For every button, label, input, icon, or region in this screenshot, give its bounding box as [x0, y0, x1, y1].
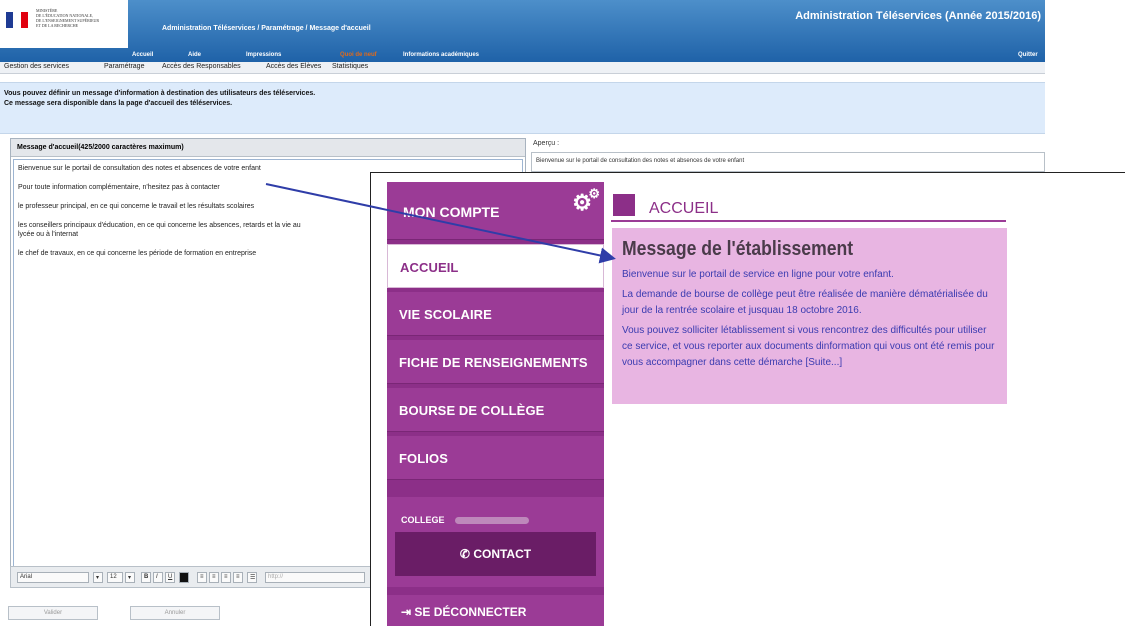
ent-screenshot: MON COMPTE ⚙ ⚙ ACCUEIL VIE SCOLAIRE FICH…	[370, 172, 1125, 626]
submenu-statistiques[interactable]: Statistiques	[332, 63, 368, 70]
app-breadcrumb: Administration Téléservices / Paramétrag…	[162, 25, 371, 32]
nav-accueil[interactable]: Accueil	[132, 52, 153, 58]
align-right-icon[interactable]: ≡	[221, 572, 231, 583]
contact-button[interactable]: ✆ CONTACT	[395, 532, 596, 576]
sidebar-item-folios[interactable]: FOLIOS	[387, 436, 604, 480]
preview-box: Bienvenue sur le portail de consultation…	[531, 152, 1045, 172]
admin-header: MINISTÈRE DE L'ÉDUCATION NATIONALE, DE L…	[0, 0, 1045, 62]
sidebar-item-bourse[interactable]: BOURSE DE COLLÈGE	[387, 388, 604, 432]
preview-label: Aperçu :	[533, 140, 560, 147]
message-paragraph: Bienvenue sur le portail de service en l…	[622, 269, 894, 280]
color-picker-icon[interactable]	[179, 572, 189, 583]
submenu-responsables[interactable]: Accès des Responsables	[162, 63, 241, 70]
gear-icon: ⚙	[588, 186, 600, 201]
size-select[interactable]: 12	[107, 572, 123, 583]
mon-compte-label: MON COMPTE	[403, 204, 500, 220]
info-line-1: Vous pouvez définir un message d'informa…	[4, 90, 316, 97]
phone-icon: ✆	[459, 547, 470, 561]
annuler-button[interactable]: Annuler	[130, 606, 220, 620]
editor-paragraph: les conseillers principaux d'éducation, …	[18, 222, 301, 238]
valider-button[interactable]: Valider	[8, 606, 98, 620]
info-banner: Vous pouvez définir un message d'informa…	[0, 82, 1045, 134]
sidebar-item-accueil[interactable]: ACCUEIL	[387, 244, 604, 288]
logout-button[interactable]: ⇥ SE DÉCONNECTER	[387, 595, 604, 626]
accueil-header: ACCUEIL	[611, 192, 1006, 222]
nav-quitter[interactable]: Quitter	[1018, 52, 1038, 58]
link-input[interactable]: http://	[265, 572, 365, 583]
college-box: COLLEGE ✆ CONTACT	[387, 497, 604, 587]
submenu-parametrage[interactable]: Paramétrage	[104, 63, 144, 70]
top-nav: Accueil Aide Impressions Quoi de neuf In…	[0, 52, 1045, 62]
college-name-redacted	[455, 517, 529, 524]
message-paragraph: La demande de bourse de collège peut êtr…	[622, 289, 988, 316]
nav-impressions[interactable]: Impressions	[246, 52, 281, 58]
chevron-down-icon[interactable]: ▾	[93, 572, 103, 583]
bold-icon[interactable]: B	[141, 572, 151, 583]
ministry-name: MINISTÈRE DE L'ÉDUCATION NATIONALE, DE L…	[36, 8, 100, 28]
editor-title: Message d'accueil(425/2000 caractères ma…	[11, 139, 525, 157]
nav-informations[interactable]: Informations académiques	[403, 52, 479, 58]
message-paragraph[interactable]: Vous pouvez solliciter létablissement si…	[622, 323, 997, 371]
message-title: Message de l'établissement	[622, 238, 854, 260]
align-justify-icon[interactable]: ≡	[233, 572, 243, 583]
nav-quoi-de-neuf[interactable]: Quoi de neuf	[340, 52, 377, 58]
align-left-icon[interactable]: ≡	[197, 572, 207, 583]
college-label: COLLEGE	[401, 515, 445, 525]
page-title: Administration Téléservices (Année 2015/…	[795, 10, 1041, 22]
font-select[interactable]: Arial	[17, 572, 89, 583]
arrow-icon	[613, 194, 635, 216]
logout-label: SE DÉCONNECTER	[414, 605, 527, 619]
logout-icon: ⇥	[401, 605, 412, 619]
sub-menu: Gestion des services Paramétrage Accès d…	[0, 62, 1045, 74]
ent-sidebar: MON COMPTE ⚙ ⚙ ACCUEIL VIE SCOLAIRE FICH…	[387, 182, 604, 626]
contact-label: CONTACT	[473, 547, 532, 561]
message-box: Message de l'établissement Bienvenue sur…	[612, 228, 1007, 404]
nav-aide[interactable]: Aide	[188, 52, 201, 58]
submenu-eleves[interactable]: Accès des Elèves	[266, 63, 321, 70]
italic-icon[interactable]: I	[153, 572, 163, 583]
align-center-icon[interactable]: ≡	[209, 572, 219, 583]
ministry-logo: MINISTÈRE DE L'ÉDUCATION NATIONALE, DE L…	[0, 0, 128, 48]
chevron-down-icon[interactable]: ▾	[125, 572, 135, 583]
accueil-title: ACCUEIL	[649, 200, 719, 217]
mon-compte-item[interactable]: MON COMPTE ⚙ ⚙	[387, 182, 604, 240]
sidebar-item-fiche[interactable]: FICHE DE RENSEIGNEMENTS	[387, 340, 604, 384]
french-flag-icon	[6, 12, 28, 28]
screenshot-root: MINISTÈRE DE L'ÉDUCATION NATIONALE, DE L…	[0, 0, 1125, 626]
submenu-gestion[interactable]: Gestion des services	[4, 63, 69, 70]
underline-icon[interactable]: U	[165, 572, 175, 583]
info-line-2: Ce message sera disponible dans la page …	[4, 100, 233, 107]
sidebar-item-vie-scolaire[interactable]: VIE SCOLAIRE	[387, 292, 604, 336]
list-icon[interactable]: ☰	[247, 572, 257, 583]
